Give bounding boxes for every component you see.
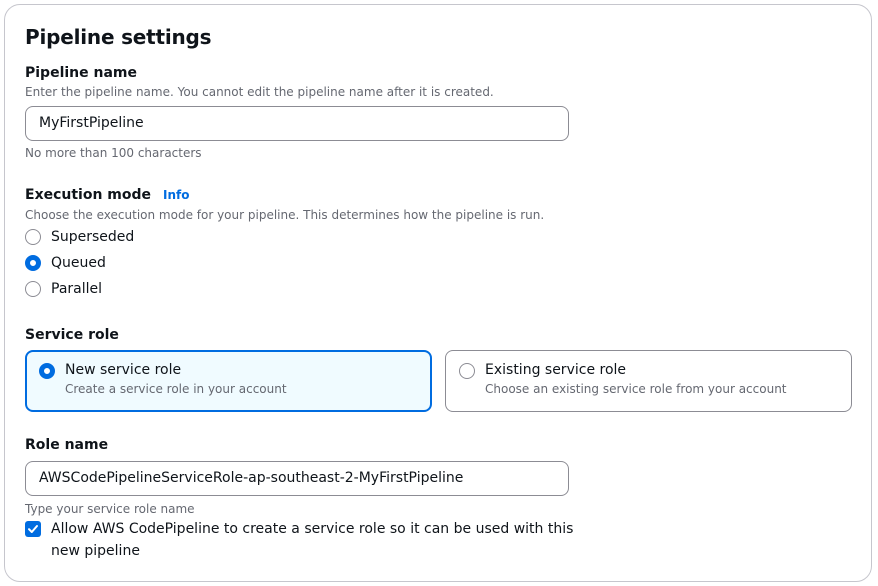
pipeline-name-input[interactable]: MyFirstPipeline [25, 106, 569, 141]
execution-mode-description: Choose the execution mode for your pipel… [25, 208, 545, 222]
allow-service-role-checkbox[interactable] [25, 521, 41, 537]
panel-title: Pipeline settings [25, 25, 212, 49]
radio-label: Parallel [51, 281, 103, 297]
card-description: Choose an existing service role from you… [485, 382, 787, 396]
pipeline-name-description: Enter the pipeline name. You cannot edit… [25, 85, 494, 99]
execution-mode-option-superseded[interactable]: Superseded [25, 229, 134, 245]
radio-button[interactable] [459, 363, 475, 379]
role-name-hint: Type your service role name [25, 502, 195, 516]
radio-button[interactable] [39, 363, 55, 379]
role-name-value: AWSCodePipelineServiceRole-ap-southeast-… [39, 470, 464, 486]
radio-button[interactable] [25, 255, 41, 271]
radio-label: Superseded [51, 229, 135, 245]
pipeline-settings-panel: Pipeline settings Pipeline name Enter th… [4, 4, 872, 582]
service-role-card-existing[interactable]: Existing service role Choose an existing… [445, 350, 852, 412]
allow-service-role-label[interactable]: Allow AWS CodePipeline to create a servi… [51, 518, 581, 562]
checkmark-icon [28, 525, 38, 533]
service-role-label: Service role [25, 327, 119, 343]
execution-mode-option-parallel[interactable]: Parallel [25, 281, 102, 297]
execution-mode-heading: Execution mode Info [25, 187, 190, 203]
pipeline-name-constraint: No more than 100 characters [25, 146, 202, 160]
radio-button[interactable] [25, 229, 41, 245]
role-name-input[interactable]: AWSCodePipelineServiceRole-ap-southeast-… [25, 461, 569, 496]
card-title: New service role [65, 362, 182, 378]
execution-mode-info-link[interactable]: Info [163, 188, 189, 202]
pipeline-name-value: MyFirstPipeline [39, 115, 144, 131]
execution-mode-label: Execution mode [25, 187, 152, 203]
service-role-card-new[interactable]: New service role Create a service role i… [25, 350, 432, 412]
role-name-label: Role name [25, 437, 109, 453]
radio-label: Queued [51, 255, 106, 271]
execution-mode-option-queued[interactable]: Queued [25, 255, 106, 271]
card-title: Existing service role [485, 362, 627, 378]
radio-button[interactable] [25, 281, 41, 297]
card-description: Create a service role in your account [65, 382, 287, 396]
pipeline-name-label: Pipeline name [25, 65, 138, 81]
